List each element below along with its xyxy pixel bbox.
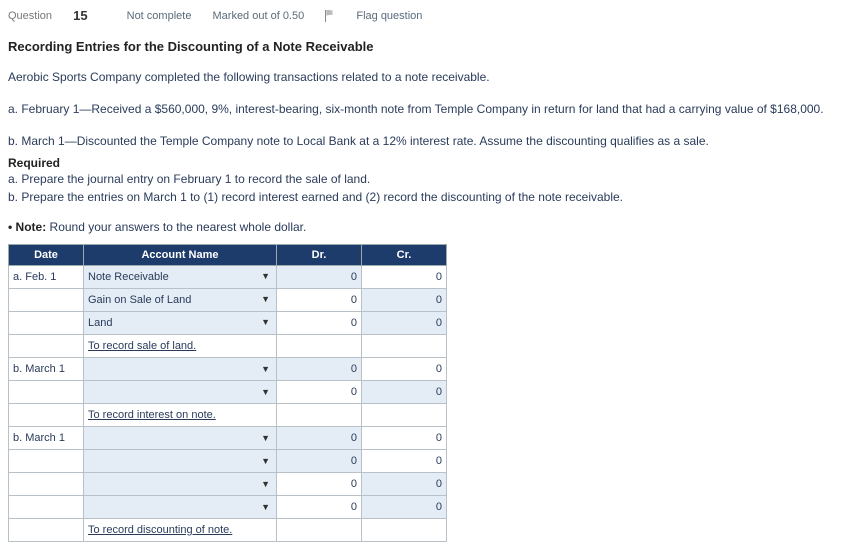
question-status: Not complete (127, 10, 192, 22)
account-select[interactable]: ▼ (84, 358, 277, 381)
cr-input[interactable]: 0 (362, 266, 447, 289)
col-dr-header: Dr. (277, 245, 362, 266)
journal-table: Date Account Name Dr. Cr. a. Feb. 1 Note… (8, 244, 447, 542)
question-header: Question 15 Not complete Marked out of 0… (8, 4, 856, 31)
account-select[interactable]: Note Receivable ▼ (84, 266, 277, 289)
chevron-down-icon: ▼ (261, 294, 270, 304)
table-row: ▼ 0 0 (9, 496, 447, 519)
date-cell (9, 404, 84, 427)
dr-input[interactable]: 0 (277, 473, 362, 496)
col-account-header: Account Name (84, 245, 277, 266)
account-select[interactable]: Gain on Sale of Land ▼ (84, 289, 277, 312)
account-select[interactable]: ▼ (84, 427, 277, 450)
date-cell (9, 496, 84, 519)
dr-input[interactable]: 0 (277, 312, 362, 335)
table-row: ▼ 0 0 (9, 381, 447, 404)
table-row: To record interest on note. (9, 404, 447, 427)
note-prefix: • Note: (8, 220, 46, 234)
dr-input[interactable]: 0 (277, 358, 362, 381)
dr-input[interactable]: 0 (277, 450, 362, 473)
date-cell (9, 381, 84, 404)
table-row: a. Feb. 1 Note Receivable ▼ 0 0 (9, 266, 447, 289)
note-line: • Note: Round your answers to the neares… (8, 220, 856, 234)
table-row: Gain on Sale of Land ▼ 0 0 (9, 289, 447, 312)
page-title: Recording Entries for the Discounting of… (8, 39, 856, 54)
table-row: b. March 1 ▼ 0 0 (9, 358, 447, 381)
dr-input[interactable]: 0 (277, 266, 362, 289)
date-cell: b. March 1 (9, 427, 84, 450)
memo-cell: To record interest on note. (84, 404, 277, 427)
account-select[interactable]: ▼ (84, 473, 277, 496)
date-cell (9, 289, 84, 312)
required-a: a. Prepare the journal entry on February… (8, 170, 856, 188)
date-cell (9, 335, 84, 358)
chevron-down-icon: ▼ (261, 271, 270, 281)
date-cell (9, 312, 84, 335)
cr-input[interactable]: 0 (362, 427, 447, 450)
account-select[interactable]: ▼ (84, 450, 277, 473)
dr-input[interactable]: 0 (277, 381, 362, 404)
date-cell: a. Feb. 1 (9, 266, 84, 289)
transaction-b: b. March 1—Discounted the Temple Company… (8, 132, 856, 150)
transaction-a: a. February 1—Received a $560,000, 9%, i… (8, 100, 856, 118)
intro-text: Aerobic Sports Company completed the fol… (8, 68, 856, 86)
chevron-down-icon: ▼ (261, 317, 270, 327)
chevron-down-icon: ▼ (261, 502, 270, 512)
required-label: Required (8, 156, 856, 170)
table-header-row: Date Account Name Dr. Cr. (9, 245, 447, 266)
date-cell (9, 473, 84, 496)
chevron-down-icon: ▼ (261, 479, 270, 489)
table-row: To record sale of land. (9, 335, 447, 358)
chevron-down-icon: ▼ (261, 433, 270, 443)
chevron-down-icon: ▼ (261, 364, 270, 374)
chevron-down-icon: ▼ (261, 456, 270, 466)
question-label: Question (8, 10, 52, 22)
required-b: b. Prepare the entries on March 1 to (1)… (8, 188, 856, 206)
cr-input[interactable]: 0 (362, 473, 447, 496)
cr-input[interactable]: 0 (362, 358, 447, 381)
dr-input[interactable]: 0 (277, 289, 362, 312)
cr-input[interactable]: 0 (362, 381, 447, 404)
flag-icon (325, 10, 335, 22)
chevron-down-icon: ▼ (261, 387, 270, 397)
cr-input[interactable]: 0 (362, 289, 447, 312)
col-cr-header: Cr. (362, 245, 447, 266)
account-select[interactable]: ▼ (84, 496, 277, 519)
memo-cell: To record sale of land. (84, 335, 277, 358)
account-select[interactable]: Land ▼ (84, 312, 277, 335)
cr-input[interactable]: 0 (362, 312, 447, 335)
account-select[interactable]: ▼ (84, 381, 277, 404)
flag-question-text: Flag question (356, 10, 422, 22)
col-date-header: Date (9, 245, 84, 266)
question-marked: Marked out of 0.50 (213, 10, 305, 22)
table-row: ▼ 0 0 (9, 473, 447, 496)
date-cell: b. March 1 (9, 358, 84, 381)
note-text: Round your answers to the nearest whole … (46, 220, 306, 234)
flag-question-link[interactable]: Flag question (325, 9, 440, 21)
table-row: ▼ 0 0 (9, 450, 447, 473)
dr-input[interactable]: 0 (277, 427, 362, 450)
cr-input[interactable]: 0 (362, 496, 447, 519)
table-row: Land ▼ 0 0 (9, 312, 447, 335)
table-row: b. March 1 ▼ 0 0 (9, 427, 447, 450)
question-number: 15 (73, 8, 87, 23)
date-cell (9, 450, 84, 473)
dr-input[interactable]: 0 (277, 496, 362, 519)
cr-input[interactable]: 0 (362, 450, 447, 473)
